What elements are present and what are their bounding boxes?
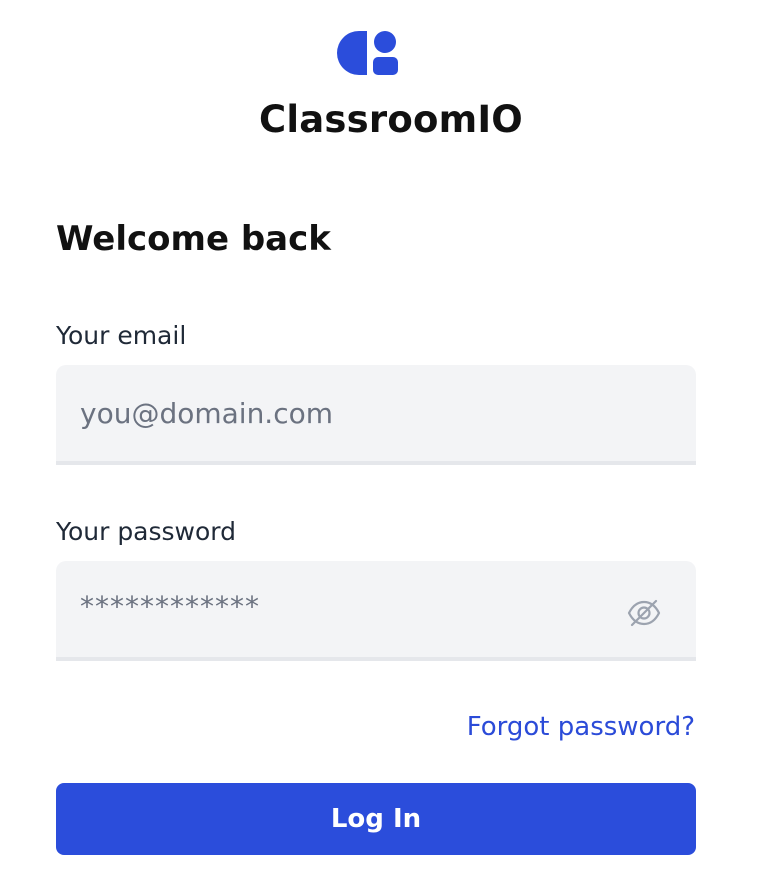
eye-off-icon[interactable] — [626, 595, 662, 631]
password-field-container[interactable] — [56, 561, 696, 661]
password-label: Your password — [56, 517, 237, 546]
email-label: Your email — [56, 321, 187, 350]
app-name: ClassroomIO — [259, 98, 523, 141]
email-field[interactable] — [80, 365, 640, 461]
email-field-container[interactable] — [56, 365, 696, 465]
password-field[interactable] — [80, 561, 640, 651]
classroomio-logo-icon — [337, 31, 398, 75]
page-title: Welcome back — [56, 219, 331, 259]
login-button[interactable]: Log In — [56, 783, 696, 855]
forgot-password-link[interactable]: Forgot password? — [467, 712, 695, 742]
